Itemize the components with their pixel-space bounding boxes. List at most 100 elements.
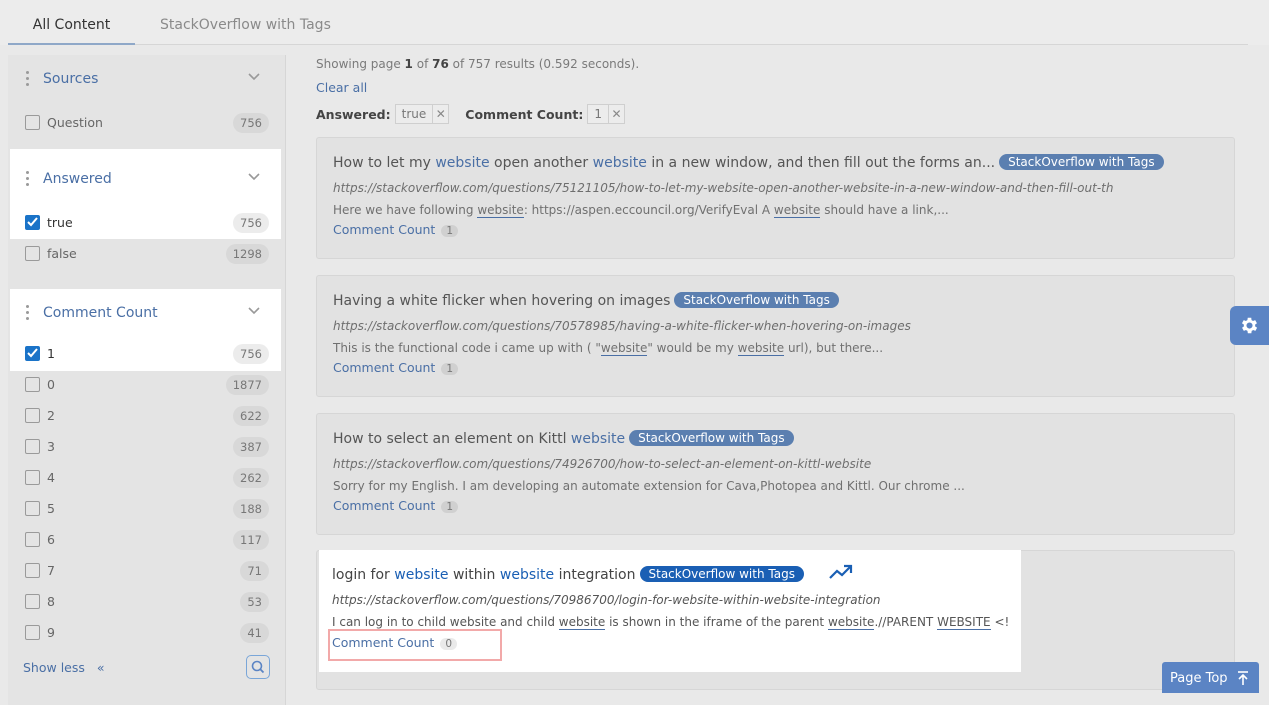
checkbox-checked[interactable] xyxy=(25,346,40,361)
comment-count-value: 1 xyxy=(441,501,459,513)
checkbox[interactable] xyxy=(25,563,40,578)
keyword-highlight: website xyxy=(477,203,524,218)
facet-option[interactable]: false 1298 xyxy=(23,242,275,266)
facet-option-count: 53 xyxy=(240,592,269,612)
keyword-highlight: website xyxy=(558,615,606,630)
result-url[interactable]: https://stackoverflow.com/questions/7057… xyxy=(333,319,911,333)
facet-option[interactable]: 0 1877 xyxy=(23,373,275,397)
checkbox[interactable] xyxy=(25,246,40,261)
facet-option[interactable]: true 756 xyxy=(23,211,275,235)
checkbox[interactable] xyxy=(25,115,40,130)
tab-stackoverflow-with-tags[interactable]: StackOverflow with Tags xyxy=(160,0,331,45)
facet-option-count: 756 xyxy=(233,213,269,233)
result-title[interactable]: How to select an element on Kittl websit… xyxy=(333,430,794,447)
source-badge[interactable]: StackOverflow with Tags xyxy=(629,430,794,446)
facet-option-count: 756 xyxy=(233,113,269,133)
comment-count-field: Comment Count 1 xyxy=(333,498,459,513)
facet-option-label: 7 xyxy=(47,563,55,578)
checkbox-checked[interactable] xyxy=(25,215,40,230)
checkbox[interactable] xyxy=(25,470,40,485)
show-less-label: Show less xyxy=(23,660,85,675)
facet-header-comment-count[interactable]: Comment Count xyxy=(8,289,278,339)
result-title[interactable]: login for website within website integra… xyxy=(332,566,804,583)
result-snippet: This is the functional code i came up wi… xyxy=(333,341,884,356)
chevron-down-icon[interactable] xyxy=(248,73,260,83)
result-url[interactable]: https://stackoverflow.com/questions/7492… xyxy=(333,457,871,471)
page-top-button[interactable]: Page Top xyxy=(1162,662,1259,693)
source-badge[interactable]: StackOverflow with Tags xyxy=(674,292,839,308)
drag-handle-icon[interactable] xyxy=(26,305,30,323)
comment-count-field: Comment Count 1 xyxy=(333,360,459,375)
settings-button[interactable] xyxy=(1230,306,1269,345)
keyword-highlight: website xyxy=(499,567,555,583)
facet-header-sources[interactable]: Sources xyxy=(8,55,278,105)
facet-option[interactable]: 6 117 xyxy=(23,528,275,552)
facet-search-button[interactable] xyxy=(246,655,270,679)
result-title[interactable]: How to let my website open another websi… xyxy=(333,154,1164,171)
facet-title-answered: Answered xyxy=(43,171,112,187)
facet-option[interactable]: 9 41 xyxy=(23,621,275,645)
keyword-highlight: website xyxy=(600,341,648,356)
arrow-up-icon xyxy=(1238,671,1248,685)
facet-option[interactable]: 8 53 xyxy=(23,590,275,614)
facet-option[interactable]: 7 71 xyxy=(23,559,275,583)
facet-sidebar: Sources Question 756 Answered true 756 f… xyxy=(8,55,286,705)
result-snippet: Sorry for my English. I am developing an… xyxy=(333,479,965,493)
facet-option-label: 9 xyxy=(47,625,55,640)
close-icon[interactable]: ✕ xyxy=(607,105,624,123)
active-filters: Answered: true ✕ Comment Count: 1 ✕ xyxy=(316,104,641,126)
tab-all-content[interactable]: All Content xyxy=(8,0,135,45)
checkbox[interactable] xyxy=(25,377,40,392)
facet-option-label: 6 xyxy=(47,532,55,547)
facet-option[interactable]: 4 262 xyxy=(23,466,275,490)
source-badge[interactable]: StackOverflow with Tags xyxy=(639,566,804,582)
checkbox[interactable] xyxy=(25,408,40,423)
checkbox[interactable] xyxy=(25,439,40,454)
result-card: How to let my website open another websi… xyxy=(316,137,1235,259)
source-badge[interactable]: StackOverflow with Tags xyxy=(999,154,1164,170)
facet-option[interactable]: 2 622 xyxy=(23,404,275,428)
facet-option-label: 0 xyxy=(47,377,55,392)
facet-option-count: 41 xyxy=(240,623,269,643)
facet-option-label: 8 xyxy=(47,594,55,609)
facet-option[interactable]: Question 756 xyxy=(23,111,275,135)
facet-title-comment-count: Comment Count xyxy=(43,305,158,321)
checkbox[interactable] xyxy=(25,594,40,609)
facet-option-label: 3 xyxy=(47,439,55,454)
chevron-down-icon[interactable] xyxy=(248,173,260,183)
chevron-down-icon[interactable] xyxy=(248,307,260,317)
checkbox[interactable] xyxy=(25,532,40,547)
result-card: How to select an element on Kittl websit… xyxy=(316,413,1235,535)
comment-count-value: 1 xyxy=(441,363,459,375)
facet-option-count: 188 xyxy=(233,499,269,519)
facet-option-label: 5 xyxy=(47,501,55,516)
clear-all-link[interactable]: Clear all xyxy=(316,80,367,95)
show-less-link[interactable]: Show less « xyxy=(23,660,105,675)
facet-option[interactable]: 3 387 xyxy=(23,435,275,459)
checkbox[interactable] xyxy=(25,625,40,640)
checkmark-icon xyxy=(27,217,38,227)
facet-option-label: 4 xyxy=(47,470,55,485)
keyword-highlight: website xyxy=(592,155,647,171)
filter-chip-comment-count: 1 ✕ xyxy=(587,104,625,124)
tab-bar: All Content StackOverflow with Tags xyxy=(8,0,1248,45)
result-url[interactable]: https://stackoverflow.com/questions/7098… xyxy=(332,593,881,607)
facet-option[interactable]: 1 756 xyxy=(23,342,275,366)
facet-option-count: 117 xyxy=(233,530,269,550)
facet-header-answered[interactable]: Answered xyxy=(8,155,278,205)
checkbox[interactable] xyxy=(25,501,40,516)
drag-handle-icon[interactable] xyxy=(26,71,30,89)
filter-label: Comment Count: xyxy=(465,106,584,122)
filter-label: Answered: xyxy=(316,106,391,122)
facet-answered-panel: Answered true 756 xyxy=(10,149,281,239)
facet-option-count: 622 xyxy=(233,406,269,426)
result-title[interactable]: Having a white flicker when hovering on … xyxy=(333,292,839,309)
facet-option-label: Question xyxy=(47,115,103,130)
close-icon[interactable]: ✕ xyxy=(432,105,448,123)
drag-handle-icon[interactable] xyxy=(26,171,30,189)
page-top-label: Page Top xyxy=(1170,671,1228,686)
facet-option-label: false xyxy=(47,246,77,261)
result-url[interactable]: https://stackoverflow.com/questions/7512… xyxy=(333,181,1113,195)
facet-option[interactable]: 5 188 xyxy=(23,497,275,521)
comment-count-field: Comment Count 1 xyxy=(333,222,459,237)
